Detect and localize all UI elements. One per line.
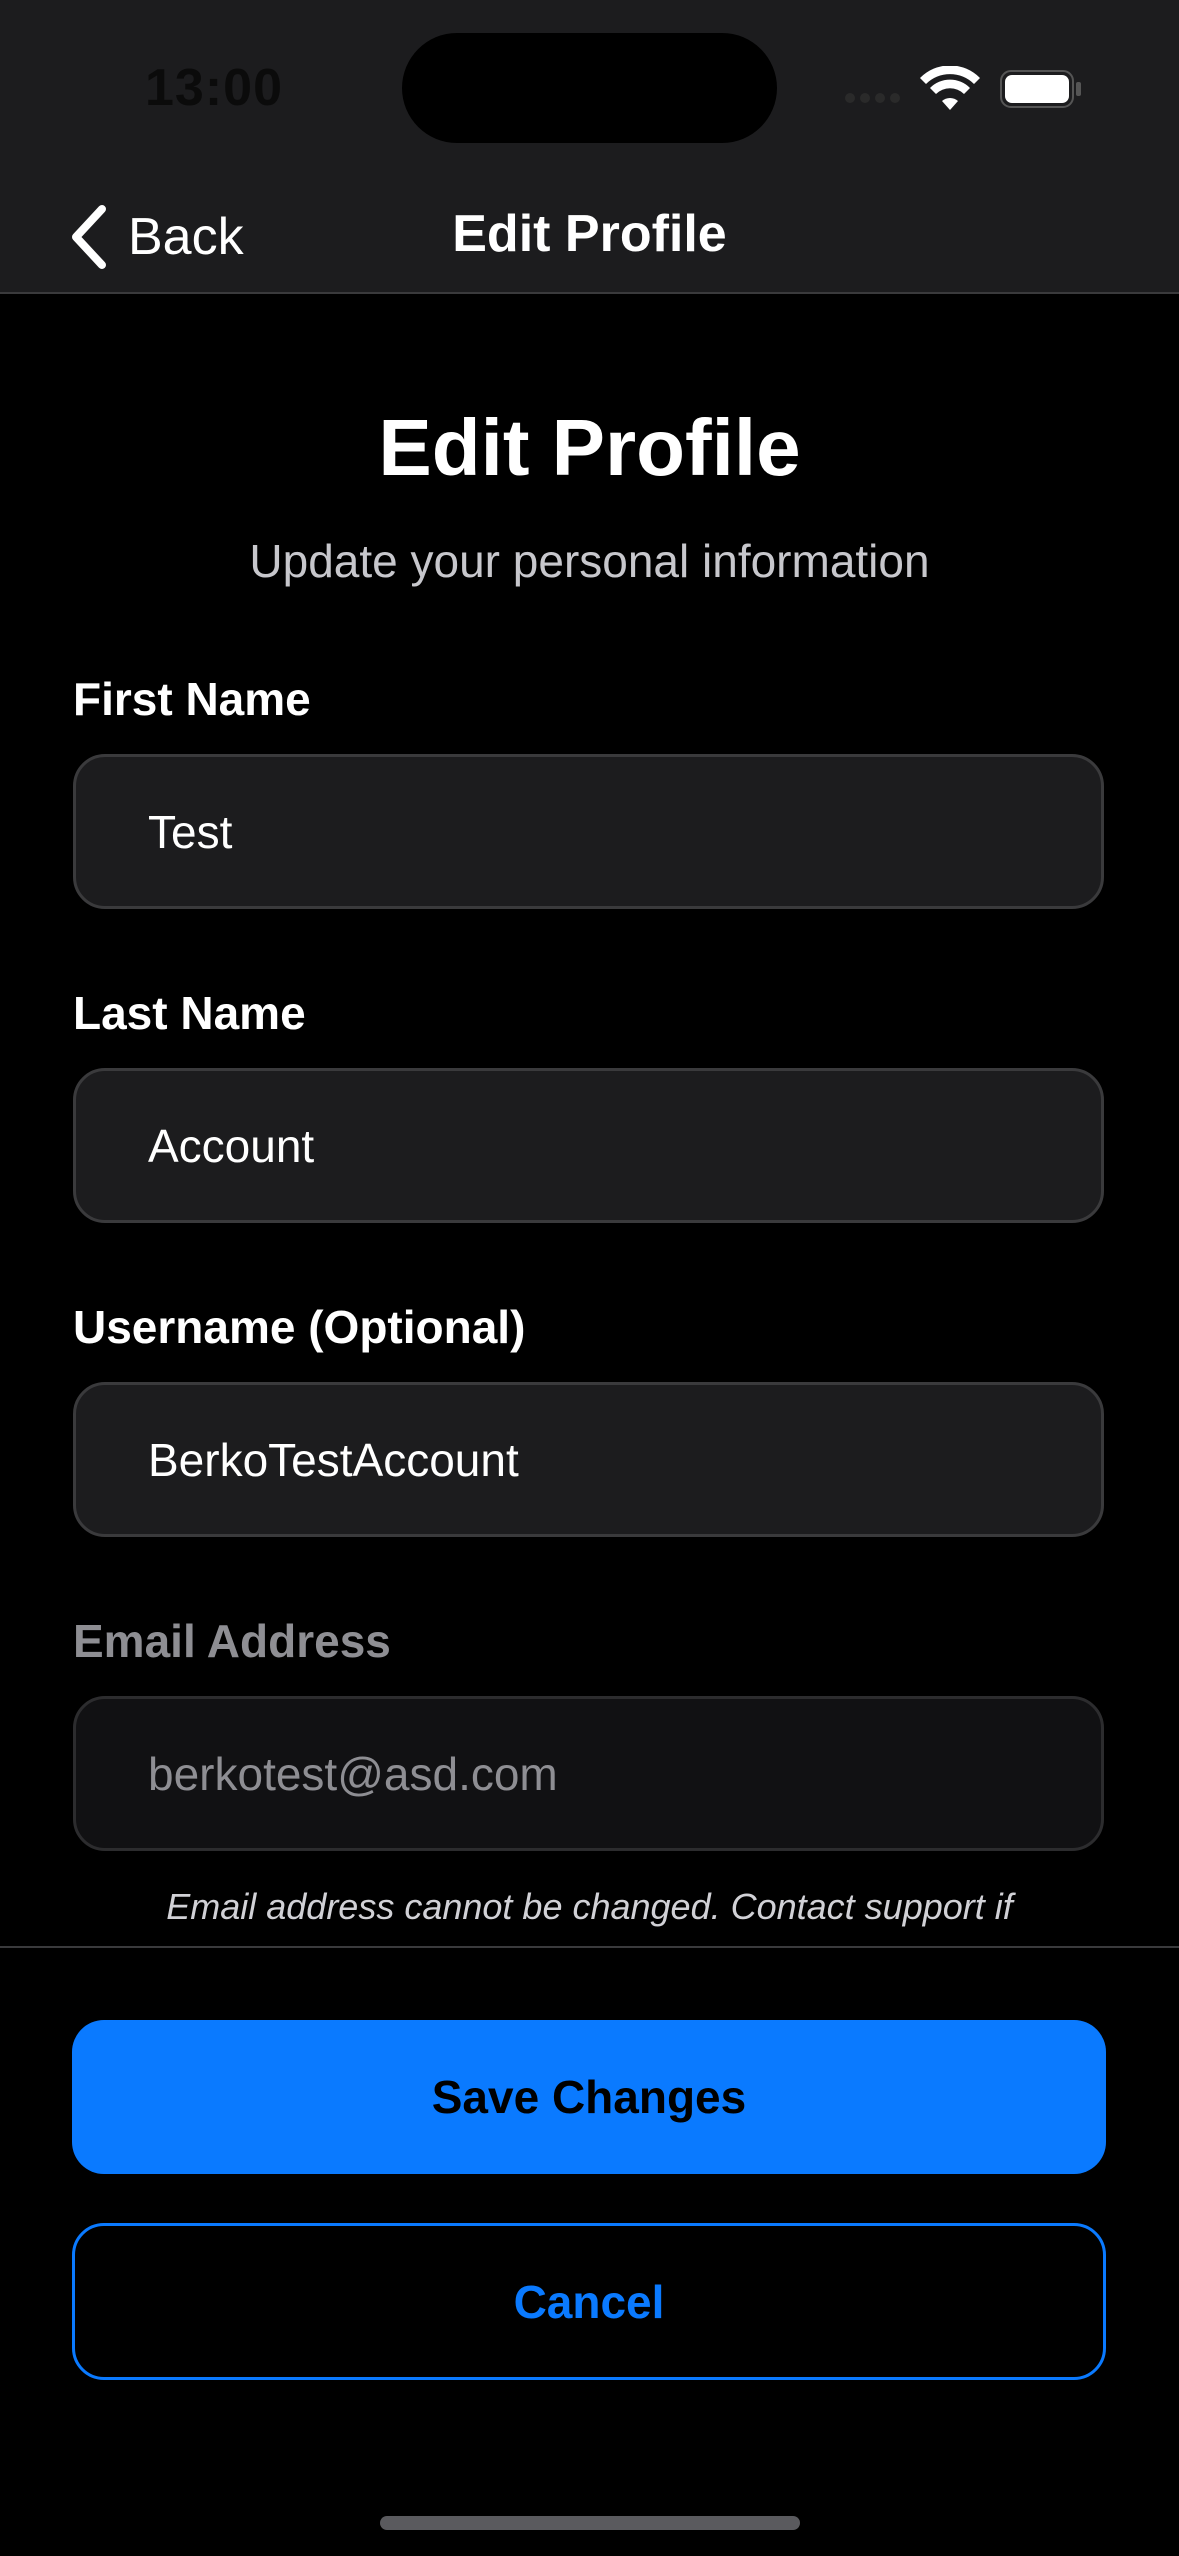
footer-divider [0,1946,1179,1948]
email-label: Email Address [73,1615,391,1667]
edit-profile-form: Edit Profile Update your personal inform… [0,294,1179,1946]
nav-title: Edit Profile [452,205,727,263]
page-title: Edit Profile [378,403,801,492]
status-time: 13:00 [145,59,283,117]
page-subtitle: Update your personal information [249,535,930,587]
home-indicator [380,2516,800,2530]
email-helper-text: Email address cannot be changed. Contact… [166,1886,1013,1927]
username-label: Username (Optional) [73,1301,526,1353]
username-input[interactable] [73,1382,1104,1537]
navigation-bar: Back Edit Profile [0,180,1179,294]
signal-icon [845,90,905,103]
save-changes-button[interactable]: Save Changes [72,2020,1106,2174]
cancel-button[interactable]: Cancel [72,2223,1106,2380]
last-name-input[interactable] [73,1068,1104,1223]
wifi-icon [920,66,980,110]
first-name-input[interactable] [73,754,1104,909]
dynamic-island [402,33,777,143]
status-bar: 13:00 [0,0,1179,180]
last-name-label: Last Name [73,987,306,1039]
first-name-label: First Name [73,673,311,725]
battery-icon [1000,70,1081,108]
email-input [73,1696,1104,1851]
